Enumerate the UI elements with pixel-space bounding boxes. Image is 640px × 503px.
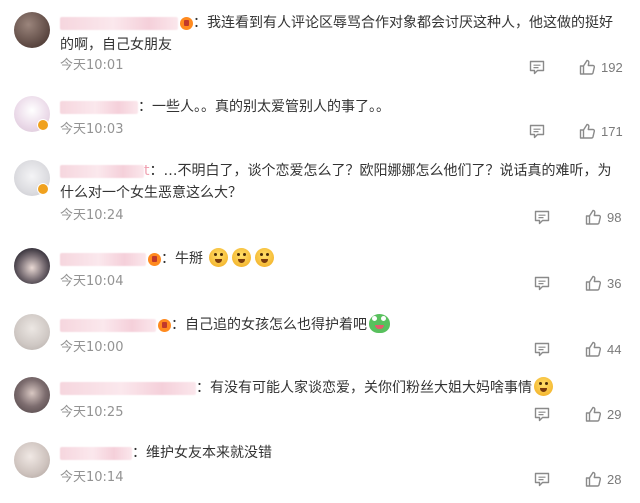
thumbs-up-icon [585,471,602,487]
separator: ： [138,99,152,115]
comment-text: 一些人。。真的别太爱管别人的事了。。 [152,99,390,115]
like-button[interactable]: 28 [584,470,621,488]
like-button[interactable]: 36 [584,274,621,292]
reply-icon [529,124,545,139]
username-link[interactable] [60,381,196,395]
username-link[interactable] [60,16,178,30]
username-link[interactable] [60,100,138,114]
like-count: 28 [607,471,622,487]
emoji-icon [534,377,553,396]
thumbs-up-icon [585,406,602,422]
comment-time: 今天10:01 [60,58,124,73]
verified-badge-icon [37,119,49,131]
like-button[interactable]: 44 [584,340,621,358]
reply-icon [534,276,550,291]
vip-badge-icon [158,318,171,332]
comment-body: t：…不明白了，谈个恋爱怎么了？欧阳娜娜怎么他们了？说话真的难听，为什么对一个女… [60,160,620,204]
like-count: 98 [607,209,622,225]
comment-body: ：维护女友本来就没错 [60,442,620,464]
comment-time: 今天10:00 [60,340,124,355]
separator: ： [132,445,146,461]
reply-icon [534,472,550,487]
like-count: 29 [607,406,622,422]
username-link[interactable] [60,318,156,332]
like-count: 192 [601,59,623,75]
frog-emoji-icon [369,314,390,333]
avatar[interactable] [14,248,50,284]
like-count: 44 [607,341,622,357]
like-button[interactable]: 98 [584,208,621,226]
vip-badge-icon [180,16,193,30]
emoji-icon [232,248,252,267]
comment-text: 有没有可能人家谈恋爱，关你们粉丝大姐大妈啥事情 [210,380,532,396]
comment-list: ：我连看到有人评论区辱骂合作对象都会讨厌这种人，他这做的挺好的啊，自己女朋友 今… [0,0,640,503]
emoji-icon [255,248,275,267]
separator: ： [193,15,207,31]
thumbs-up-icon [585,341,602,357]
comment-time: 今天10:03 [60,122,124,137]
comment-time: 今天10:04 [60,274,124,289]
thumbs-up-icon [585,275,602,291]
thumbs-up-icon [585,209,602,225]
thumbs-up-icon [579,123,596,139]
reply-button[interactable] [533,470,551,488]
reply-button[interactable] [533,405,551,423]
separator: ： [171,317,185,333]
separator: ： [161,251,175,267]
like-button[interactable]: 192 [578,58,623,76]
like-button[interactable]: 29 [584,405,621,423]
avatar[interactable] [14,12,50,48]
thumbs-up-icon [579,59,596,75]
separator: ： [149,163,164,179]
username-link[interactable] [60,446,132,460]
avatar[interactable] [14,314,50,350]
reply-button[interactable] [528,58,546,76]
like-button[interactable]: 171 [578,122,623,140]
vip-badge-icon [148,252,161,266]
like-count: 36 [607,275,622,291]
comment-body: ：自己追的女孩怎么也得护着吧 [60,314,620,336]
comment-body: ：有没有可能人家谈恋爱，关你们粉丝大姐大妈啥事情 [60,377,620,399]
verified-badge-icon [37,183,49,195]
reply-icon [534,210,550,225]
comment-text: 维护女友本来就没错 [146,445,272,461]
avatar[interactable] [14,442,50,478]
reply-button[interactable] [533,208,551,226]
avatar[interactable] [14,377,50,413]
reply-icon [529,60,545,75]
separator: ： [196,380,210,396]
comment-text: 牛掰 [175,251,203,267]
comment-time: 今天10:14 [60,470,124,485]
emoji-icon [209,248,229,267]
username-link[interactable] [60,252,146,266]
reply-button[interactable] [533,274,551,292]
like-count: 171 [601,123,623,139]
reply-icon [534,342,550,357]
comment-text: 自己追的女孩怎么也得护着吧 [185,317,367,333]
comment-body: ：牛掰 [60,248,620,270]
username-link[interactable] [60,164,144,178]
comment-body: ：一些人。。真的别太爱管别人的事了。。 [60,96,620,118]
comment-time: 今天10:24 [60,208,124,223]
reply-button[interactable] [533,340,551,358]
comment-body: ：我连看到有人评论区辱骂合作对象都会讨厌这种人，他这做的挺好的啊，自己女朋友 [60,12,620,56]
comment-time: 今天10:25 [60,405,124,420]
reply-button[interactable] [528,122,546,140]
reply-icon [534,407,550,422]
